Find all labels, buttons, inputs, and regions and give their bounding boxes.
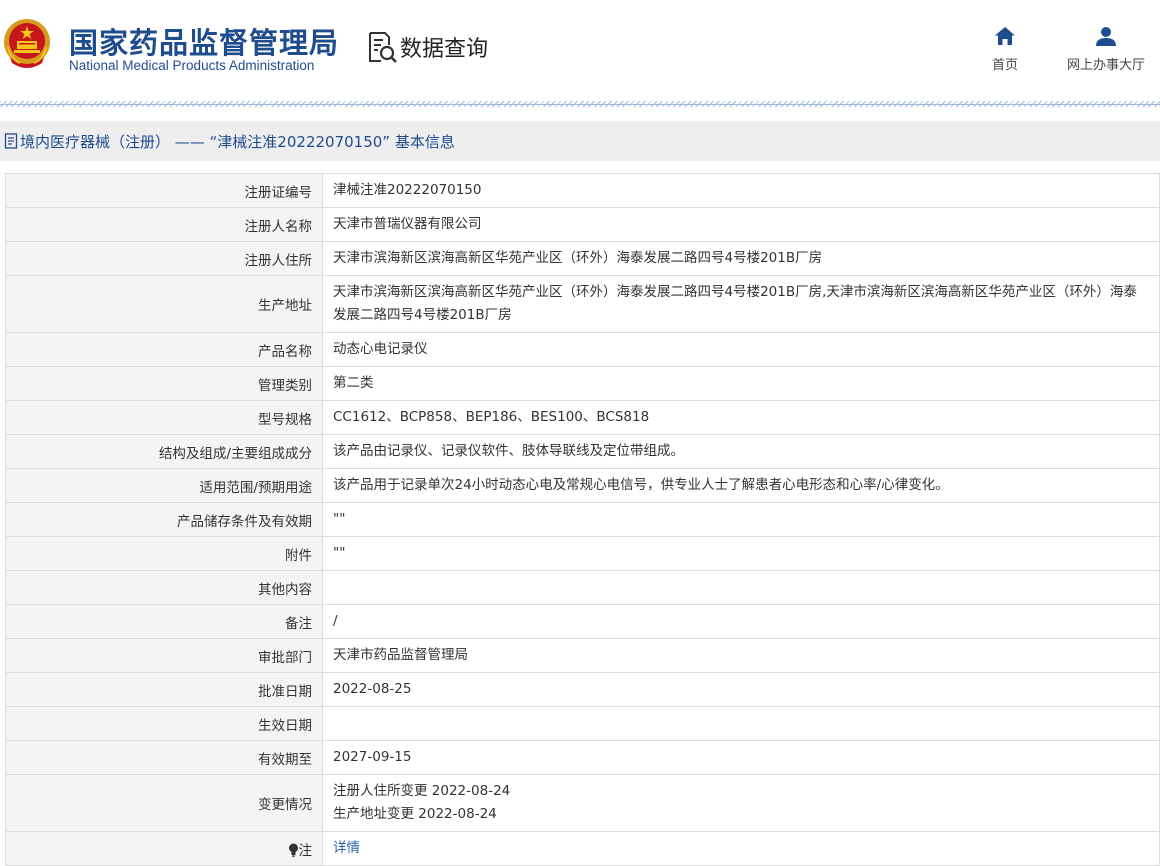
field-label: 注册人名称	[5, 207, 323, 242]
brand-title-cn[interactable]: 国家药品监督管理局	[69, 20, 339, 62]
table-row: 注 详情	[5, 831, 1160, 866]
table-row: 批准日期 2022-08-25	[5, 672, 1160, 707]
change-record: 注册人住所变更 2022-08-24	[333, 783, 511, 799]
change-record: 生产地址变更 2022-08-24	[333, 806, 497, 822]
note-label: 注	[298, 842, 313, 859]
user-icon	[1096, 27, 1116, 46]
document-icon	[4, 133, 18, 149]
table-row: 生效日期	[5, 706, 1160, 741]
lightbulb-icon	[288, 843, 298, 857]
table-row: 结构及组成/主要组成成分 该产品由记录仪、记录仪软件、肢体导联线及定位带组成。	[5, 434, 1160, 469]
table-row: 注册证编号 津械注准20222070150	[5, 173, 1160, 208]
field-label: 其他内容	[5, 570, 323, 605]
field-value: /	[322, 604, 1160, 639]
header-divider-line	[0, 104, 1160, 105]
field-value: 2027-09-15	[322, 740, 1160, 775]
page-title-bar: 境内医疗器械（注册） —— “津械注准20222070150” 基本信息	[0, 121, 1160, 161]
field-label: 批准日期	[5, 672, 323, 707]
table-row: 型号规格 CC1612、BCP858、BEP186、BES100、BCS818	[5, 400, 1160, 435]
field-value	[322, 706, 1160, 741]
field-label: 适用范围/预期用途	[5, 468, 323, 503]
data-query-label: 数据查询	[400, 37, 489, 62]
page-title: 境内医疗器械（注册） —— “津械注准20222070150” 基本信息	[20, 132, 455, 151]
field-label: 有效期至	[5, 740, 323, 775]
field-value: 天津市滨海新区滨海高新区华苑产业区（环外）海泰发展二路四号4号楼201B厂房,天…	[322, 275, 1160, 333]
table-row: 其他内容	[5, 570, 1160, 605]
details-link[interactable]: 详情	[333, 840, 360, 856]
field-value: 注册人住所变更 2022-08-24 生产地址变更 2022-08-24	[322, 774, 1160, 832]
table-row: 附件 ""	[5, 536, 1160, 571]
table-row: 有效期至 2027-09-15	[5, 740, 1160, 775]
field-value: 天津市滨海新区滨海高新区华苑产业区（环外）海泰发展二路四号4号楼201B厂房	[322, 241, 1160, 276]
field-value: 动态心电记录仪	[322, 332, 1160, 367]
field-label: 生效日期	[5, 706, 323, 741]
field-value: 第二类	[322, 366, 1160, 401]
field-value: ""	[322, 536, 1160, 571]
national-emblem-icon	[4, 19, 50, 68]
field-label: 审批部门	[5, 638, 323, 673]
field-value: 天津市普瑞仪器有限公司	[322, 207, 1160, 242]
field-label: 备注	[5, 604, 323, 639]
data-query-title[interactable]: 数据查询	[367, 30, 488, 64]
nav-home-label: 首页	[991, 58, 1018, 73]
field-label: 注册证编号	[5, 173, 323, 208]
field-value: 该产品用于记录单次24小时动态心电及常规心电信号，供专业人士了解患者心电形态和心…	[322, 468, 1160, 503]
field-value: 天津市药品监督管理局	[322, 638, 1160, 673]
field-label: 生产地址	[5, 275, 323, 333]
table-row: 生产地址 天津市滨海新区滨海高新区华苑产业区（环外）海泰发展二路四号4号楼201B…	[5, 275, 1160, 333]
nav-online-hall-label: 网上办事大厅	[1066, 58, 1145, 73]
table-row: 注册人名称 天津市普瑞仪器有限公司	[5, 207, 1160, 242]
site-header: 国家药品监督管理局 National Medical Products Admi…	[0, 0, 1160, 107]
table-row: 变更情况 注册人住所变更 2022-08-24 生产地址变更 2022-08-2…	[5, 774, 1160, 832]
field-value	[322, 570, 1160, 605]
field-value: 2022-08-25	[322, 672, 1160, 707]
field-label: 注	[5, 831, 323, 866]
nav-online-hall[interactable]: 网上办事大厅	[1058, 26, 1154, 73]
field-label: 结构及组成/主要组成成分	[5, 434, 323, 469]
table-row: 适用范围/预期用途 该产品用于记录单次24小时动态心电及常规心电信号，供专业人士了…	[5, 468, 1160, 503]
nav-home[interactable]: 首页	[985, 26, 1025, 73]
field-value: 该产品由记录仪、记录仪软件、肢体导联线及定位带组成。	[322, 434, 1160, 469]
table-row: 管理类别 第二类	[5, 366, 1160, 401]
field-label: 变更情况	[5, 774, 323, 832]
table-row: 产品储存条件及有效期 ""	[5, 502, 1160, 537]
table-row: 注册人住所 天津市滨海新区滨海高新区华苑产业区（环外）海泰发展二路四号4号楼201…	[5, 241, 1160, 276]
field-label: 型号规格	[5, 400, 323, 435]
registration-info-table: 注册证编号 津械注准20222070150 注册人名称 天津市普瑞仪器有限公司 注册…	[5, 173, 1160, 866]
table-row: 产品名称 动态心电记录仪	[5, 332, 1160, 367]
field-value: CC1612、BCP858、BEP186、BES100、BCS818	[322, 400, 1160, 435]
document-search-icon	[369, 32, 397, 63]
field-value: 详情	[322, 831, 1160, 866]
field-value: 津械注准20222070150	[322, 173, 1160, 208]
field-label: 注册人住所	[5, 241, 323, 276]
field-label: 产品名称	[5, 332, 323, 367]
table-row: 备注 /	[5, 604, 1160, 639]
brand-title-en[interactable]: National Medical Products Administration	[69, 58, 314, 73]
field-label: 管理类别	[5, 366, 323, 401]
field-label: 产品储存条件及有效期	[5, 502, 323, 537]
field-value: ""	[322, 502, 1160, 537]
table-row: 审批部门 天津市药品监督管理局	[5, 638, 1160, 673]
home-icon	[995, 27, 1015, 45]
field-label: 附件	[5, 536, 323, 571]
